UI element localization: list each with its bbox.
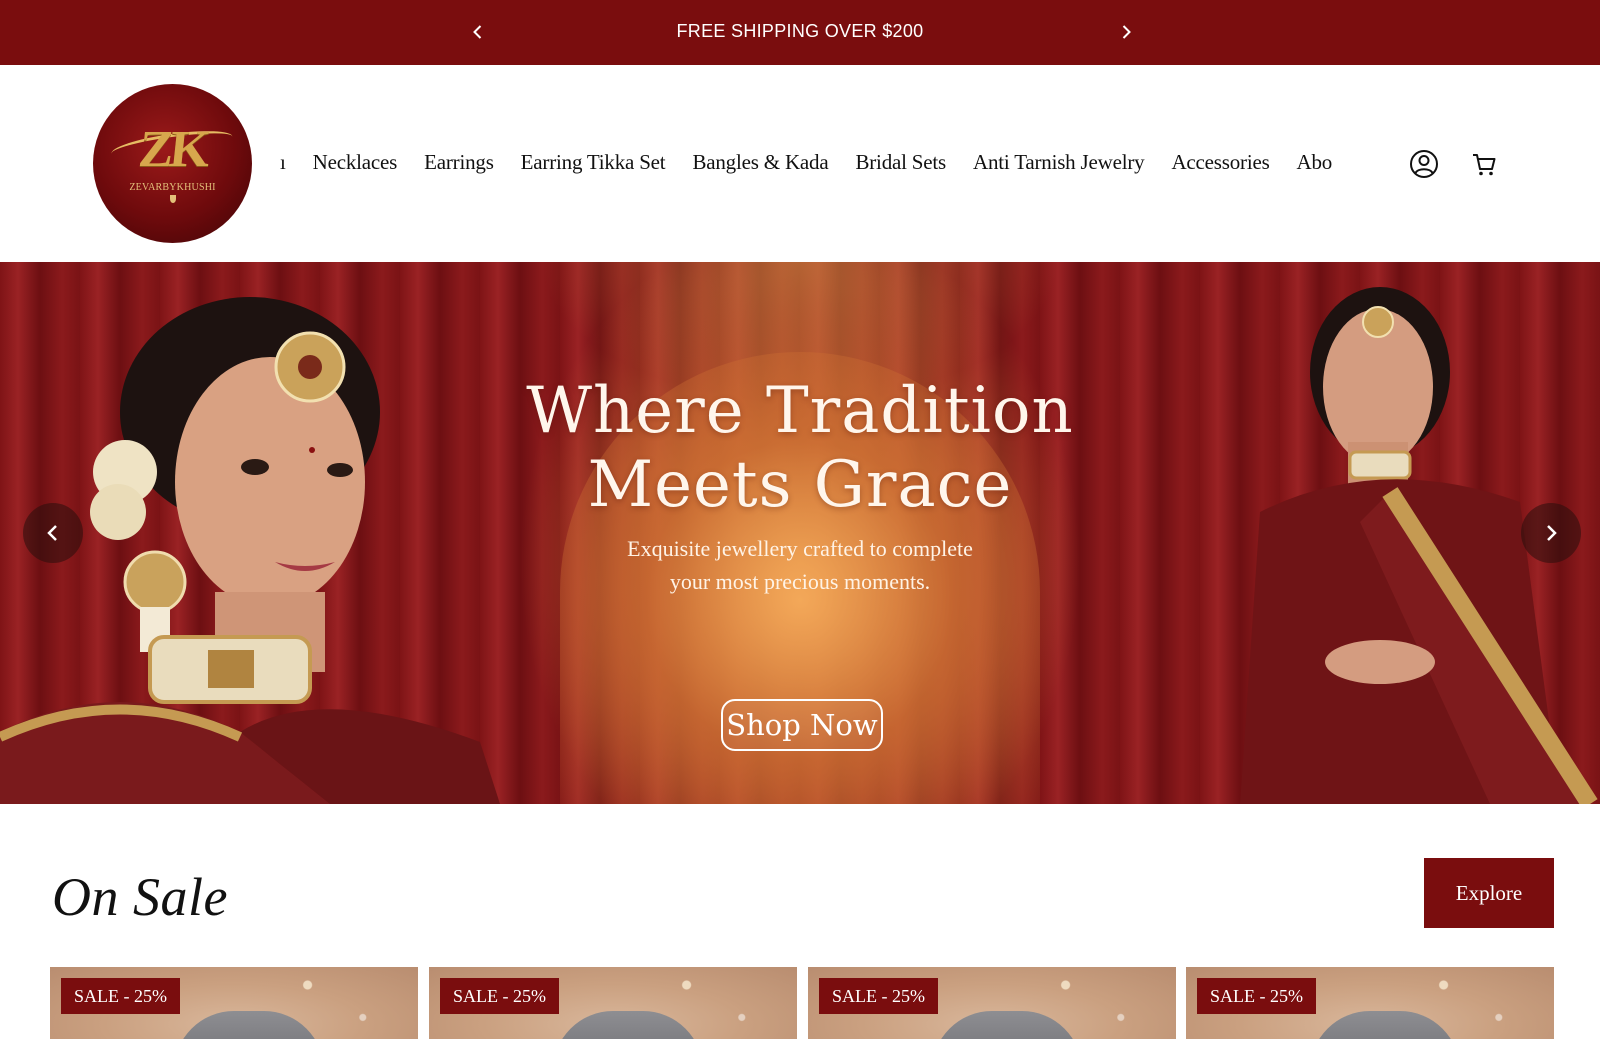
sale-badge: SALE - 25% — [1197, 978, 1316, 1014]
nav-item-necklaces[interactable]: Necklaces — [313, 150, 398, 175]
cart-icon — [1473, 154, 1496, 176]
logo-brand-name: ZEVARBYKHUSHI — [129, 182, 216, 193]
hero-subtitle-line-2: your most precious moments. — [669, 569, 931, 594]
logo-monogram: ZK — [135, 121, 210, 178]
logo-pendant — [169, 195, 176, 203]
hero-next-button[interactable] — [1521, 503, 1581, 563]
nav-item-cut-left[interactable]: ı — [280, 150, 286, 175]
site-header: ZK ZEVARBYKHUSHI ı Necklaces Earrings Ea… — [0, 65, 1600, 262]
nav-item-earring-tikka-set[interactable]: Earring Tikka Set — [521, 150, 666, 175]
product-image-display-bust — [932, 1011, 1082, 1039]
announcement-bar: FREE SHIPPING OVER $200 — [0, 0, 1600, 65]
product-image-display-bust — [553, 1011, 703, 1039]
hero-prev-button[interactable] — [23, 503, 83, 563]
product-card[interactable]: SALE - 25% — [808, 967, 1176, 1039]
on-sale-heading: On Sale — [52, 867, 228, 927]
site-logo[interactable]: ZK ZEVARBYKHUSHI — [93, 84, 252, 243]
product-image-display-bust — [1310, 1011, 1460, 1039]
chevron-left-icon — [47, 525, 57, 541]
nav-item-earrings[interactable]: Earrings — [424, 150, 494, 175]
chevron-right-icon — [1547, 525, 1557, 541]
shop-now-button[interactable]: Shop Now — [721, 699, 883, 751]
sale-badge: SALE - 25% — [440, 978, 559, 1014]
announcement-next-button[interactable] — [1112, 18, 1140, 46]
nav-item-accessories[interactable]: Accessories — [1171, 150, 1269, 175]
explore-button[interactable]: Explore — [1424, 858, 1554, 928]
chevron-right-icon — [1122, 25, 1131, 39]
hero-title-line-1: Where Tradition — [526, 374, 1074, 448]
announcement-message: FREE SHIPPING OVER $200 — [676, 21, 924, 41]
product-card[interactable]: SALE - 25% — [1186, 967, 1554, 1039]
on-sale-product-grid: SALE - 25% SALE - 25% SALE - 25% SALE - … — [50, 967, 1554, 1039]
account-button[interactable] — [1408, 148, 1440, 180]
hero-subtitle: Exquisite jewellery crafted to complete … — [560, 532, 1040, 598]
hero-banner: Where Tradition Meets Grace Exquisite je… — [0, 262, 1600, 804]
product-card[interactable]: SALE - 25% — [50, 967, 418, 1039]
nav-item-bangles-kada[interactable]: Bangles & Kada — [692, 150, 828, 175]
hero-subtitle-line-1: Exquisite jewellery crafted to complete — [627, 536, 973, 561]
product-image-display-bust — [174, 1011, 324, 1039]
main-navigation: ı Necklaces Earrings Earring Tikka Set B… — [280, 65, 1388, 262]
nav-item-about[interactable]: Abo — [1297, 150, 1333, 175]
hero-title-line-2: Meets Grace — [587, 448, 1013, 522]
nav-item-anti-tarnish-jewelry[interactable]: Anti Tarnish Jewelry — [973, 150, 1145, 175]
hero-title: Where Tradition Meets Grace — [500, 374, 1100, 522]
sale-badge: SALE - 25% — [819, 978, 938, 1014]
nav-item-bridal-sets[interactable]: Bridal Sets — [855, 150, 946, 175]
product-card[interactable]: SALE - 25% — [429, 967, 797, 1039]
cart-button[interactable] — [1468, 148, 1500, 180]
sale-badge: SALE - 25% — [61, 978, 180, 1014]
account-icon — [1410, 150, 1438, 178]
